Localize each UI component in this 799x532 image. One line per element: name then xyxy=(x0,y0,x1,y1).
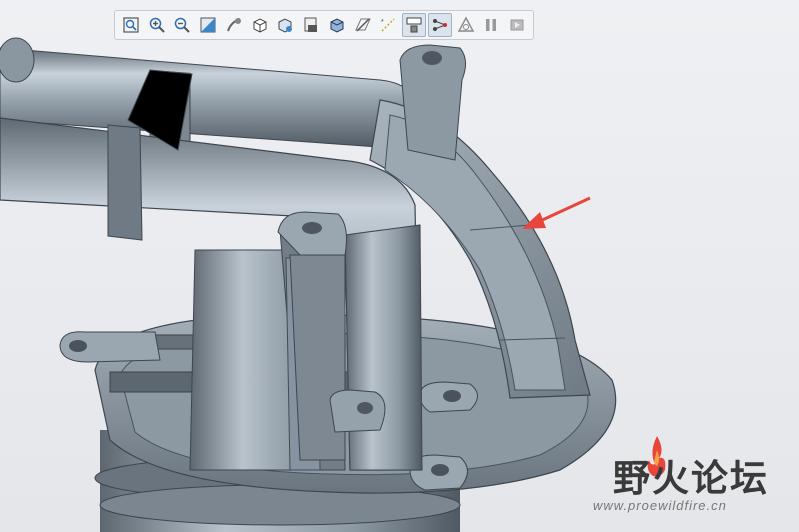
perspective-view-button[interactable] xyxy=(325,13,349,37)
view-toolbar: * xyxy=(114,10,534,40)
watermark: 野火论坛 www.proewildfire.cn xyxy=(589,436,779,526)
next-button[interactable] xyxy=(505,13,529,37)
zoom-in-icon xyxy=(149,17,165,33)
saved-orientations-button[interactable] xyxy=(248,13,272,37)
repaint-button[interactable] xyxy=(196,13,220,37)
annotation-display-icon xyxy=(406,17,422,33)
zoom-out-button[interactable] xyxy=(171,13,195,37)
pause-icon xyxy=(486,19,497,31)
csys-display-button[interactable] xyxy=(454,13,478,37)
display-style-button[interactable] xyxy=(299,13,323,37)
pause-button[interactable] xyxy=(480,13,504,37)
annotation-arrow xyxy=(522,196,591,229)
refit-button[interactable] xyxy=(119,13,143,37)
watermark-url: www.proewildfire.cn xyxy=(593,498,727,513)
csys-display-icon xyxy=(457,16,474,32)
datum-points-icon xyxy=(432,19,447,31)
saved-orientations-icon xyxy=(253,18,267,33)
refit-icon xyxy=(123,17,139,33)
perspective-view-icon xyxy=(330,18,344,33)
datum-points-button[interactable] xyxy=(428,13,452,37)
svg-text:*: * xyxy=(381,19,384,26)
annotation-display-button[interactable] xyxy=(402,13,426,37)
datum-axes-icon: * xyxy=(381,18,395,32)
datum-axes-button[interactable]: * xyxy=(377,13,401,37)
graphics-window[interactable]: * 野火论坛 www.proewildfire.cn xyxy=(0,0,799,532)
zoom-out-icon xyxy=(175,17,191,33)
spin-center-button[interactable] xyxy=(222,13,246,37)
datum-planes-button[interactable] xyxy=(351,13,375,37)
repaint-icon xyxy=(200,17,216,33)
watermark-title: 野火论坛 xyxy=(613,457,769,500)
spin-center-icon xyxy=(226,18,241,32)
next-icon xyxy=(510,19,524,31)
zoom-in-button[interactable] xyxy=(145,13,169,37)
display-style-icon xyxy=(304,17,318,32)
datum-planes-icon xyxy=(354,18,371,32)
view-manager-button[interactable] xyxy=(274,13,298,37)
view-manager-icon xyxy=(278,18,293,33)
